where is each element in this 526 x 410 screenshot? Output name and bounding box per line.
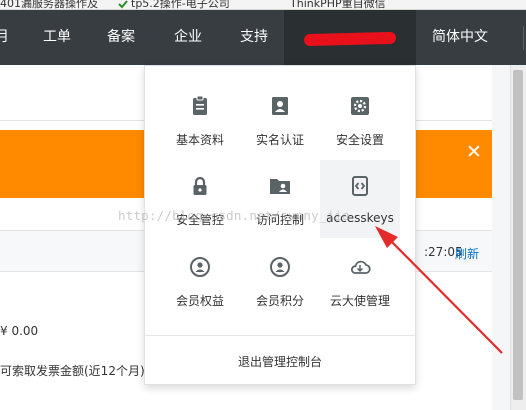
annotation-arrow: [375, 226, 503, 354]
console-page: 401漏服务器操作及 tp5.2操作-电子公司 ThinkPHP重自微信 月 工…: [0, 0, 526, 410]
